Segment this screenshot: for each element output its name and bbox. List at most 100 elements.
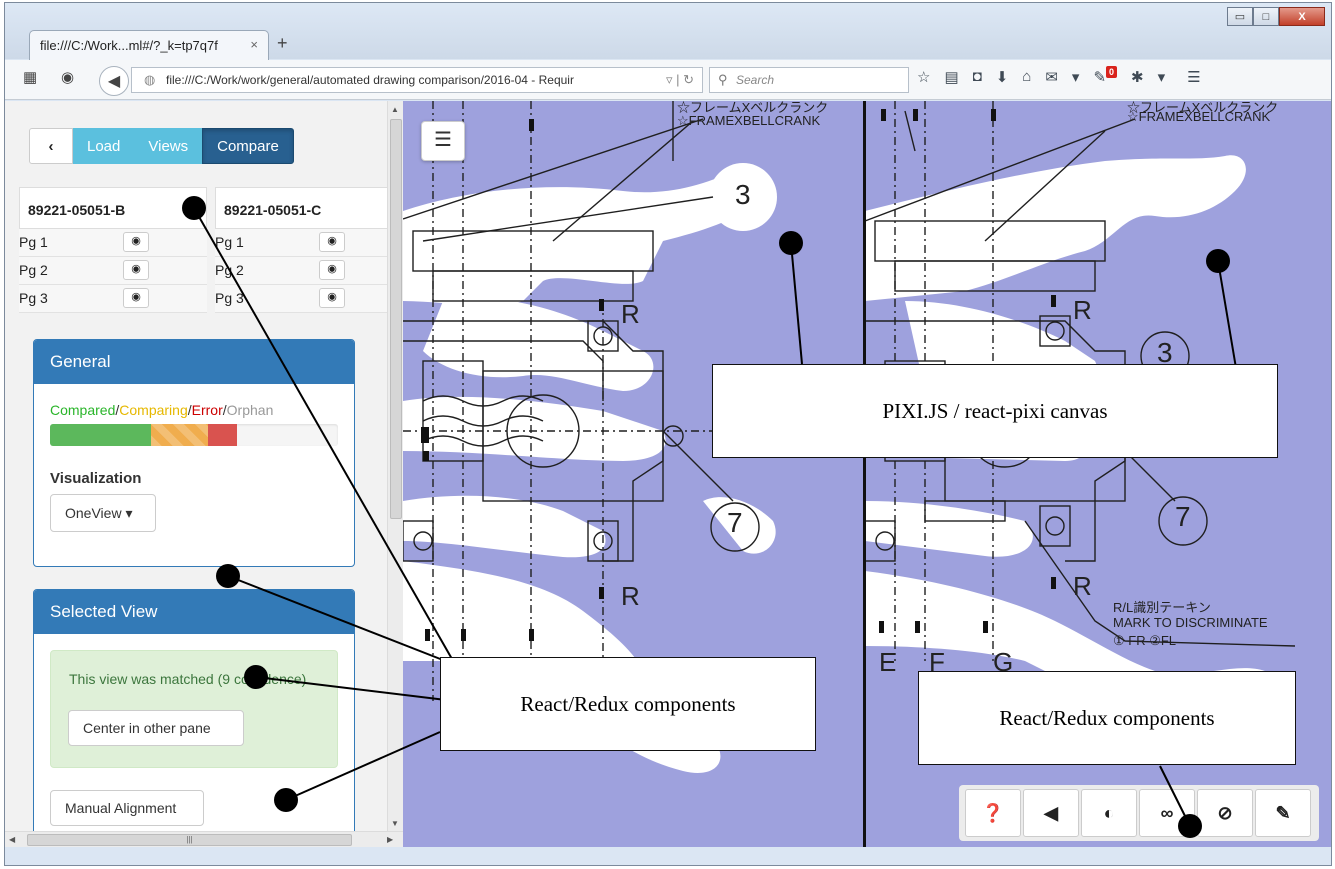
page-row: Pg 3 ◉ xyxy=(19,285,207,313)
legend-orphan: Orphan xyxy=(226,402,274,418)
menu-icon[interactable]: ☰ xyxy=(1187,68,1200,86)
mark-en: MARK TO DISCRIMINATE xyxy=(1113,615,1268,630)
reading-list-icon[interactable]: ▤ xyxy=(944,68,958,86)
back-arrow-icon: ◀ xyxy=(107,73,121,90)
browser-tab[interactable]: file:///C:/Work...ml#/?_k=tp7q7f × xyxy=(29,30,269,60)
sidebar-vertical-scrollbar[interactable]: ▲ ▼ xyxy=(387,101,403,831)
pencil-icon[interactable]: ✎ xyxy=(1255,789,1311,837)
document-id: 89221-05051-B xyxy=(19,187,207,229)
drawing-title-en-left: ☆FRAMEXBELLCRANK xyxy=(677,113,821,128)
window-controls: ▭ □ X xyxy=(1227,7,1325,26)
reload-icon[interactable]: ▿ | ↻ xyxy=(666,72,694,88)
components-annotation-label: React/Redux components xyxy=(440,657,816,751)
scroll-right-icon[interactable]: ▶ xyxy=(387,835,393,844)
page-label: Pg 3 xyxy=(215,290,244,306)
compare-button[interactable]: Compare xyxy=(202,128,294,164)
match-alert: This view was matched (9 confidence) xyxy=(50,650,338,768)
scroll-down-icon[interactable]: ▼ xyxy=(391,819,399,828)
new-tab-button[interactable]: + xyxy=(277,33,288,54)
home-icon[interactable]: ⌂ xyxy=(1022,68,1031,86)
load-button[interactable]: Load xyxy=(73,128,135,164)
page-row: Pg 2 ◉ xyxy=(19,257,207,285)
help-icon[interactable]: ❓ xyxy=(965,789,1021,837)
page-label: Pg 1 xyxy=(19,234,48,250)
hide-icon[interactable]: ⊘ xyxy=(1197,789,1253,837)
status-legend: Compared/Comparing/Error/Orphan xyxy=(50,402,273,418)
view-page-eye-icon[interactable]: ◉ xyxy=(123,288,149,308)
match-alert-text: This view was matched (9 confidence) xyxy=(69,671,307,687)
legend-error: Error xyxy=(191,402,223,418)
pane-divider[interactable] xyxy=(863,101,866,847)
navigation-toolbar: ▦ ◉ ◀ ◍ file:///C:/Work/work/general/aut… xyxy=(5,60,1331,100)
letter-r: R xyxy=(1073,295,1092,325)
mark-jp: R/L識別テーキン xyxy=(1113,600,1211,615)
title-bar: ▭ □ X file:///C:/Work...ml#/?_k=tp7q7f ×… xyxy=(5,3,1331,60)
globe-icon: ◍ xyxy=(144,72,156,87)
view-page-eye-icon[interactable]: ◉ xyxy=(123,260,149,280)
tab-close-icon[interactable]: × xyxy=(250,37,258,52)
status-progress-bar xyxy=(50,424,338,446)
dropdown-icon-2[interactable]: ▾ xyxy=(1158,68,1166,86)
progress-compared xyxy=(50,424,151,446)
eye-icon[interactable]: ◉ xyxy=(61,68,74,86)
search-icon: ⚲ xyxy=(718,72,728,87)
bookmark-star-icon[interactable]: ☆ xyxy=(917,68,930,86)
document-column-b: 89221-05051-B Pg 1 ◉ Pg 2 ◉ Pg 3 ◉ xyxy=(19,187,207,313)
browser-toolbar-icons: ☆ ▤ ◘ ⬇ ⌂ ✉ ▾ ✎ 0 ✱ ▾ ☰ xyxy=(917,66,1201,86)
letter-r: R xyxy=(621,581,640,611)
legend-comparing: Comparing xyxy=(119,402,188,418)
page-row: Pg 2 ◉ xyxy=(215,257,403,285)
document-column-c: 89221-05051-C Pg 1 ◉ Pg 2 ◉ Pg 3 ◉ xyxy=(215,187,403,313)
visualization-label: Visualization xyxy=(50,470,142,487)
center-in-other-pane-button[interactable]: Center in other pane xyxy=(68,710,244,746)
page-row: Pg 1 ◉ xyxy=(19,229,207,257)
views-button[interactable]: Views xyxy=(134,128,203,164)
page-label: Pg 2 xyxy=(19,262,48,278)
link-icon[interactable]: ∞ xyxy=(1139,789,1195,837)
canvas-menu-button[interactable]: ☰ xyxy=(421,121,465,161)
view-page-eye-icon[interactable]: ◉ xyxy=(319,232,345,252)
view-page-eye-icon[interactable]: ◉ xyxy=(123,232,149,252)
visualization-dropdown[interactable]: OneView ▾ xyxy=(50,494,156,532)
close-window-button[interactable]: X xyxy=(1279,7,1325,26)
addon-icon[interactable]: ✉ xyxy=(1045,68,1058,86)
general-panel-title: General xyxy=(34,340,354,384)
scroll-up-icon[interactable]: ▲ xyxy=(391,105,399,114)
minimize-button[interactable]: ▭ xyxy=(1227,7,1253,26)
contrast-icon[interactable]: ◐ xyxy=(1081,789,1137,837)
scroll-left-icon[interactable]: ◀ xyxy=(9,835,15,844)
back-nav-button[interactable]: ‹ xyxy=(29,128,73,164)
drawing-title-en-right: ☆FRAMEXBELLCRANK xyxy=(1127,109,1271,124)
manual-alignment-button[interactable]: Manual Alignment xyxy=(50,790,204,826)
url-text: file:///C:/Work/work/general/automated d… xyxy=(166,73,574,87)
screenshot-root: ▭ □ X file:///C:/Work...ml#/?_k=tp7q7f ×… xyxy=(0,0,1335,869)
selected-view-title: Selected View xyxy=(34,590,354,634)
scroll-thumb[interactable] xyxy=(390,119,402,519)
address-bar[interactable]: ◍ file:///C:/Work/work/general/automated… xyxy=(131,67,703,93)
letter-r: R xyxy=(1073,571,1092,601)
notifications-icon[interactable]: ✎ 0 xyxy=(1093,66,1118,86)
canvas-annotation-label: PIXI.JS / react-pixi canvas xyxy=(712,364,1278,458)
search-input[interactable]: ⚲ Search xyxy=(709,67,909,93)
grid-icon[interactable]: ▦ xyxy=(23,68,37,86)
back-button[interactable]: ◀ xyxy=(99,66,129,96)
page-row: Pg 1 ◉ xyxy=(215,229,403,257)
tab-title: file:///C:/Work...ml#/?_k=tp7q7f xyxy=(40,38,218,53)
page-label: Pg 1 xyxy=(215,234,244,250)
prev-icon[interactable]: ◀ xyxy=(1023,789,1079,837)
dropdown-icon[interactable]: ▾ xyxy=(1072,68,1080,86)
pocket-icon[interactable]: ◘ xyxy=(973,68,982,86)
search-placeholder: Search xyxy=(736,73,775,87)
page-label: Pg 3 xyxy=(19,290,48,306)
view-page-eye-icon[interactable]: ◉ xyxy=(319,260,345,280)
general-panel: General Compared/Comparing/Error/Orphan … xyxy=(33,339,355,567)
maximize-button[interactable]: □ xyxy=(1253,7,1279,26)
download-icon[interactable]: ⬇ xyxy=(996,68,1009,86)
circle-7-left: 7 xyxy=(727,507,743,538)
sidebar-horizontal-scrollbar[interactable]: ◀ ||| ▶ xyxy=(5,831,403,847)
notification-badge: 0 xyxy=(1106,66,1118,78)
horizontal-scroll-thumb[interactable]: ||| xyxy=(27,834,352,846)
selected-view-panel: Selected View This view was matched (9 c… xyxy=(33,589,355,847)
extension-icon[interactable]: ✱ xyxy=(1131,68,1144,86)
view-page-eye-icon[interactable]: ◉ xyxy=(319,288,345,308)
